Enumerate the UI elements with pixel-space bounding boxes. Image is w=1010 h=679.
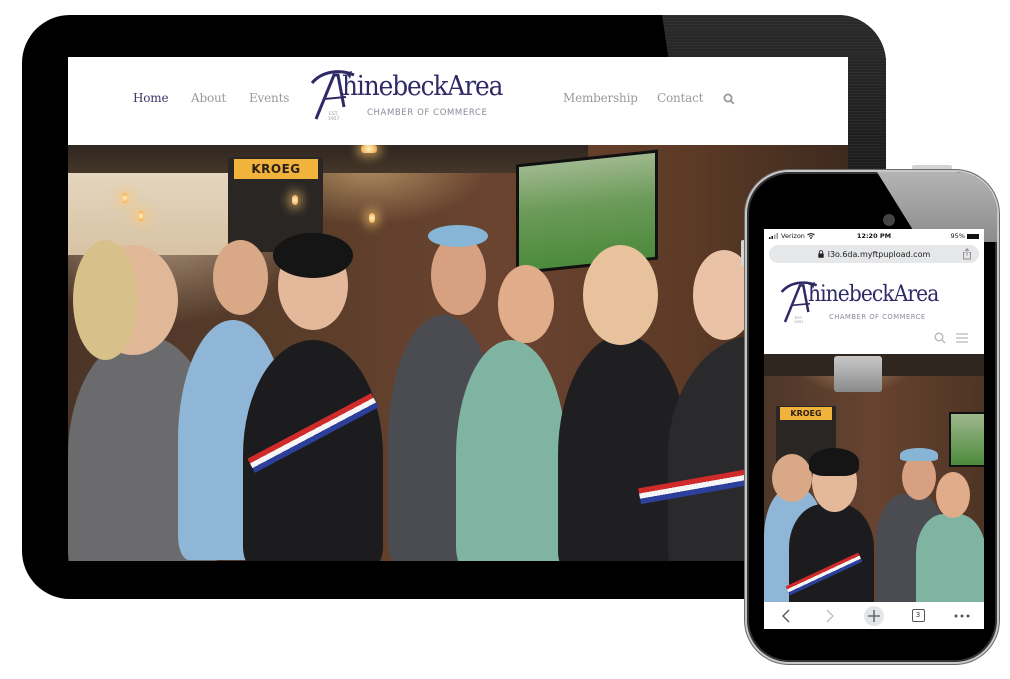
- site-header: Home About Events hinebeckArea CHAMBER O…: [68, 57, 848, 145]
- person-head: [772, 454, 812, 502]
- logo-wordmark: hinebeckArea: [808, 282, 939, 307]
- hamburger-menu-icon[interactable]: [956, 333, 968, 343]
- nav-about[interactable]: About: [191, 91, 226, 105]
- logo-wordmark: hinebeckArea: [342, 71, 503, 102]
- battery-percent: 95%: [950, 232, 965, 240]
- search-icon[interactable]: [934, 332, 946, 344]
- person-hair: [583, 245, 658, 345]
- person-hair: [809, 448, 859, 476]
- mobile-hero-photo: KROEG: [764, 354, 984, 602]
- phone-device: Verizon 12:20 PM 95% l3o.6da.myftpupload…: [745, 170, 999, 664]
- battery-icon: [967, 233, 979, 239]
- hero-sign: KROEG: [780, 407, 832, 420]
- share-icon[interactable]: [962, 248, 972, 260]
- person-head: [498, 265, 554, 343]
- hero-lamp: [138, 211, 144, 221]
- logo-subtitle: CHAMBER OF COMMERCE: [367, 108, 488, 118]
- browser-toolbar: 3: [764, 602, 984, 629]
- search-icon[interactable]: [723, 93, 735, 105]
- logo-subtitle: CHAMBER OF COMMERCE: [829, 313, 926, 321]
- nav-events[interactable]: Events: [249, 91, 289, 105]
- mobile-site-logo[interactable]: hinebeckArea CHAMBER OF COMMERCE EST. 19…: [780, 281, 980, 330]
- forward-icon: [826, 609, 834, 622]
- person-head: [213, 240, 268, 315]
- phone-screen: Verizon 12:20 PM 95% l3o.6da.myftpupload…: [764, 229, 984, 629]
- person-head: [936, 472, 970, 518]
- site-logo[interactable]: hinebeckArea CHAMBER OF COMMERCE EST. 19…: [310, 69, 540, 127]
- logo-est: EST. 1957: [794, 316, 804, 324]
- tabs-button[interactable]: 3: [905, 605, 931, 627]
- nav-membership[interactable]: Membership: [563, 91, 638, 105]
- person: [456, 340, 566, 561]
- url-bar[interactable]: l3o.6da.myftpupload.com: [769, 245, 979, 263]
- hero-photo: KROEG: [68, 145, 848, 561]
- plus-icon: [868, 609, 880, 622]
- hero-sign: KROEG: [234, 159, 318, 179]
- nav-contact[interactable]: Contact: [657, 91, 703, 105]
- forward-button[interactable]: [817, 605, 843, 627]
- more-icon: [954, 614, 970, 617]
- url-text[interactable]: l3o.6da.myftpupload.com: [828, 250, 931, 259]
- hero-lamp: [369, 213, 375, 223]
- tablet-screen: Home About Events hinebeckArea CHAMBER O…: [68, 57, 848, 561]
- logo-est-year: 1957: [794, 319, 804, 324]
- person-hair: [273, 233, 353, 278]
- logo-est-year: 1957: [328, 117, 340, 122]
- back-icon: [782, 609, 790, 622]
- hero-lamp: [122, 193, 128, 203]
- hero-lamp: [361, 145, 377, 153]
- person: [916, 514, 984, 602]
- hero-ceiling: [68, 145, 588, 173]
- back-button[interactable]: [773, 605, 799, 627]
- hero-tv: [949, 412, 984, 467]
- more-button[interactable]: [949, 605, 975, 627]
- logo-est: EST. 1957: [328, 112, 339, 122]
- nav-home[interactable]: Home: [133, 91, 169, 105]
- status-bar: Verizon 12:20 PM 95%: [764, 229, 984, 243]
- person-cap: [428, 225, 488, 247]
- tab-count: 3: [911, 609, 925, 622]
- person-hair: [73, 240, 138, 360]
- lock-icon: [818, 250, 824, 258]
- hero-lamp: [292, 195, 298, 205]
- hero-keg-lamp: [834, 356, 882, 392]
- new-tab-button[interactable]: [861, 605, 887, 627]
- phone-camera: [883, 214, 895, 226]
- person-cap: [900, 448, 938, 461]
- person-head: [431, 235, 486, 315]
